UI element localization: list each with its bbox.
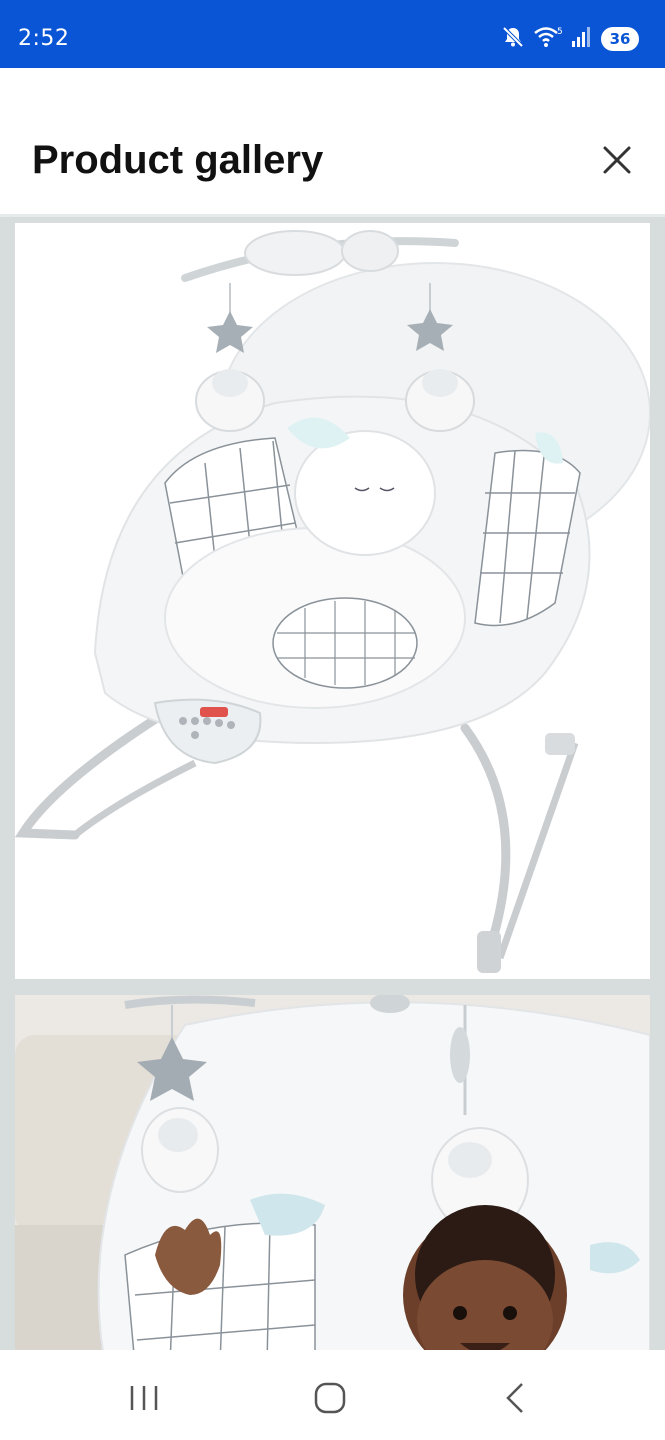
wifi-icon: 5 xyxy=(533,25,563,54)
svg-text:5: 5 xyxy=(557,27,563,37)
product-image-baby-in-bouncer[interactable] xyxy=(15,995,650,1353)
status-bar: 2:52 5 36 xyxy=(0,0,665,68)
home-button[interactable] xyxy=(308,1378,352,1418)
status-icons: 5 36 xyxy=(501,24,639,54)
navigation-bar xyxy=(0,1350,665,1440)
baby-bouncer-illustration xyxy=(15,995,650,1353)
header: Product gallery xyxy=(0,68,665,214)
status-time: 2:52 xyxy=(18,26,70,51)
signal-icon xyxy=(571,26,593,53)
page-title: Product gallery xyxy=(32,138,324,182)
product-image-bouncer[interactable] xyxy=(15,223,650,979)
product-gallery[interactable] xyxy=(0,214,665,1353)
battery-icon: 36 xyxy=(601,27,639,51)
bouncer-illustration xyxy=(15,230,650,973)
recent-apps-button[interactable] xyxy=(122,1378,166,1418)
recent-apps-icon xyxy=(130,1386,158,1410)
close-icon xyxy=(603,146,631,174)
mute-icon xyxy=(501,25,525,54)
back-icon xyxy=(506,1383,523,1413)
home-icon xyxy=(314,1382,346,1414)
close-button[interactable] xyxy=(597,140,637,180)
back-button[interactable] xyxy=(494,1378,538,1418)
